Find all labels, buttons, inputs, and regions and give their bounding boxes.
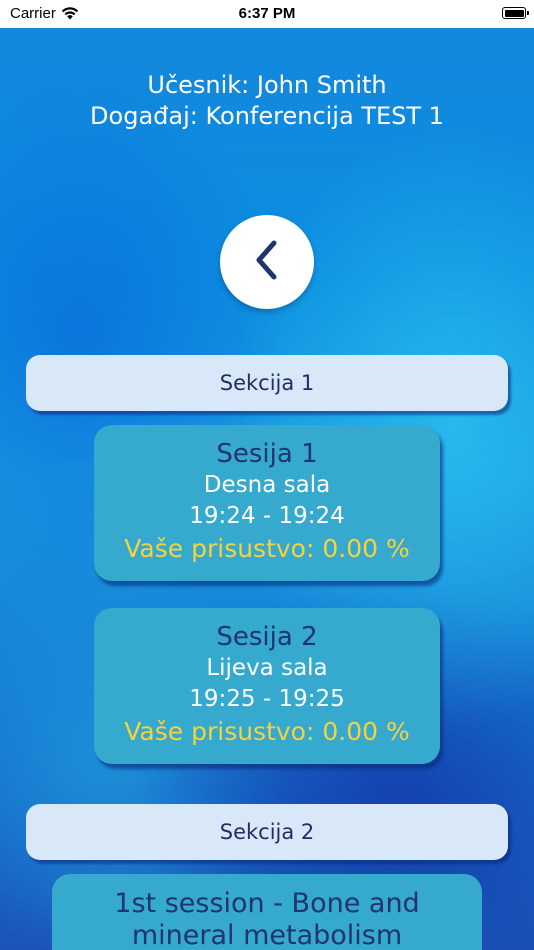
section-label: Sekcija 2 <box>219 820 315 844</box>
back-button[interactable] <box>220 215 314 309</box>
session-room: Desna sala <box>203 472 331 498</box>
session-attendance: Vaše prisustvo: 0.00 % <box>124 534 410 563</box>
session-name: 1st session - Bone and <box>114 888 420 919</box>
session-name: mineral metabolism <box>131 920 403 950</box>
page-header: Učesnik: John Smith Događaj: Konferencij… <box>0 70 534 132</box>
chevron-left-icon <box>247 236 287 288</box>
event-label: Događaj: Konferencija TEST 1 <box>90 102 444 130</box>
participant-label: Učesnik: John Smith <box>147 71 387 99</box>
session-name: Sesija 2 <box>216 622 318 652</box>
session-time: 19:24 - 19:24 <box>189 503 345 529</box>
section-header-2[interactable]: Sekcija 2 <box>26 804 508 860</box>
session-room: Lijeva sala <box>206 655 328 681</box>
section-header-1[interactable]: Sekcija 1 <box>26 355 508 411</box>
status-time: 6:37 PM <box>238 5 296 22</box>
section-label: Sekcija 1 <box>219 371 315 395</box>
session-card-3[interactable]: 1st session - Bone and mineral metabolis… <box>52 874 482 950</box>
battery-icon <box>502 7 529 19</box>
status-bar: Carrier 6:37 PM <box>0 0 534 28</box>
session-time: 19:25 - 19:25 <box>189 686 345 712</box>
session-card-1[interactable]: Sesija 1 Desna sala 19:24 - 19:24 Vaše p… <box>94 425 440 581</box>
session-attendance: Vaše prisustvo: 0.00 % <box>124 717 410 746</box>
session-name: Sesija 1 <box>216 439 318 469</box>
session-card-2[interactable]: Sesija 2 Lijeva sala 19:25 - 19:25 Vaše … <box>94 608 440 764</box>
